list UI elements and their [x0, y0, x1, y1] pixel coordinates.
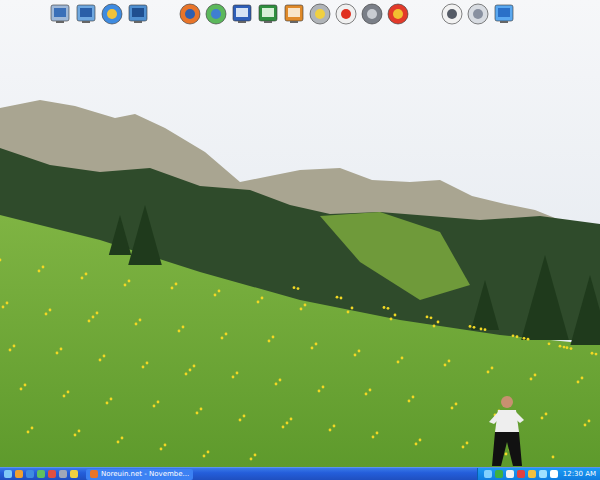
- internet-explorer-icon[interactable]: [100, 2, 124, 26]
- quick-launch-icon[interactable]: [37, 470, 45, 478]
- tool-icon[interactable]: [360, 2, 384, 26]
- messenger-icon[interactable]: [204, 2, 228, 26]
- dock-group: [178, 2, 410, 26]
- weather-icon[interactable]: [466, 2, 490, 26]
- quick-launch-icon[interactable]: [70, 470, 78, 478]
- taskbar: Noreuin.net - Novembe... 12:30 AM: [0, 467, 600, 480]
- screen: Noreuin.net - Novembe... 12:30 AM: [0, 0, 600, 480]
- quick-launch-icon[interactable]: [15, 470, 23, 478]
- quick-launch: [0, 470, 82, 478]
- tray-icon[interactable]: [539, 470, 547, 478]
- tray-icon[interactable]: [517, 470, 525, 478]
- window-title: Noreuin.net - Novembe...: [101, 469, 189, 480]
- dock-group: [440, 2, 516, 26]
- system-tray: 12:30 AM: [477, 468, 600, 480]
- desktop-buddy-icon[interactable]: [486, 394, 528, 467]
- desktop: [0, 0, 600, 467]
- clock-icon[interactable]: [440, 2, 464, 26]
- dock: [48, 2, 516, 26]
- dock-group: [48, 2, 150, 26]
- settings-icon[interactable]: [386, 2, 410, 26]
- quick-launch-icon[interactable]: [26, 470, 34, 478]
- tray-icon[interactable]: [550, 470, 558, 478]
- quick-launch-icon[interactable]: [59, 470, 67, 478]
- folder-icon[interactable]: [492, 2, 516, 26]
- my-computer-icon[interactable]: [48, 2, 72, 26]
- tray-icon[interactable]: [495, 470, 503, 478]
- taskbar-window-button[interactable]: Noreuin.net - Novembe...: [86, 469, 193, 480]
- tray-icon[interactable]: [528, 470, 536, 478]
- excel-icon[interactable]: [256, 2, 280, 26]
- disc-icon[interactable]: [308, 2, 332, 26]
- firefox-icon[interactable]: [178, 2, 202, 26]
- tray-icon[interactable]: [484, 470, 492, 478]
- network-icon[interactable]: [74, 2, 98, 26]
- firefox-icon: [90, 470, 98, 478]
- flash-icon[interactable]: [334, 2, 358, 26]
- powerpoint-icon[interactable]: [282, 2, 306, 26]
- media-icon[interactable]: [126, 2, 150, 26]
- word-icon[interactable]: [230, 2, 254, 26]
- tray-icon[interactable]: [506, 470, 514, 478]
- quick-launch-icon[interactable]: [4, 470, 12, 478]
- clock[interactable]: 12:30 AM: [563, 469, 596, 480]
- quick-launch-icon[interactable]: [48, 470, 56, 478]
